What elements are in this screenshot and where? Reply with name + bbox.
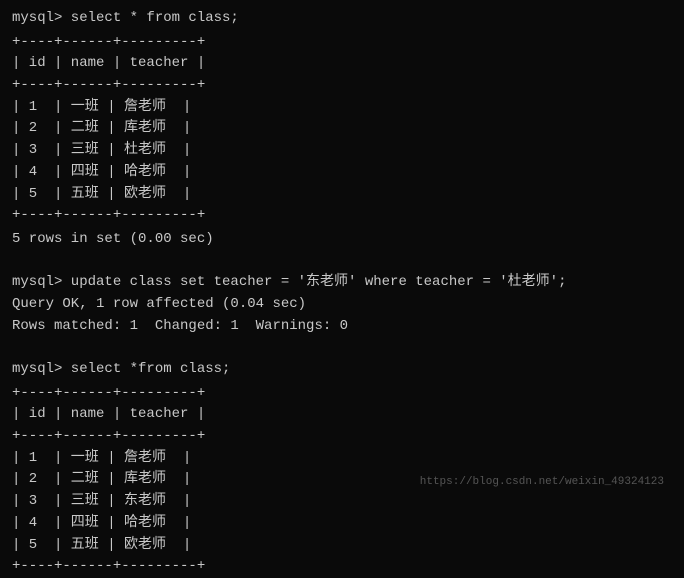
terminal-window: mysql> select * from class; +----+------… bbox=[12, 8, 672, 492]
table1-header: | id | name | teacher | bbox=[12, 53, 672, 75]
prompt-3: mysql> select *from class; bbox=[12, 359, 672, 381]
table2-border-top: +----+------+---------+ bbox=[12, 383, 672, 405]
update-result-2: Rows matched: 1 Changed: 1 Warnings: 0 bbox=[12, 316, 672, 338]
prompt-1: mysql> select * from class; bbox=[12, 8, 672, 30]
table2-row-5: | 5 | 五班 | 欧老师 | bbox=[12, 535, 672, 557]
table2-row-1: | 1 | 一班 | 詹老师 | bbox=[12, 448, 672, 470]
watermark: https://blog.csdn.net/weixin_49324123 bbox=[420, 476, 664, 488]
table1-row-4: | 4 | 四班 | 哈老师 | bbox=[12, 162, 672, 184]
table1-row-1: | 1 | 一班 | 詹老师 | bbox=[12, 97, 672, 119]
blank-1 bbox=[12, 251, 672, 273]
update-result-1: Query OK, 1 row affected (0.04 sec) bbox=[12, 294, 672, 316]
table2-border-mid: +----+------+---------+ bbox=[12, 426, 672, 448]
table1-row-2: | 2 | 二班 | 库老师 | bbox=[12, 118, 672, 140]
table1-border-mid: +----+------+---------+ bbox=[12, 75, 672, 97]
table2-row-3: | 3 | 三班 | 东老师 | bbox=[12, 491, 672, 513]
prompt-2: mysql> update class set teacher = '东老师' … bbox=[12, 272, 672, 294]
blank-2 bbox=[12, 337, 672, 359]
table1-row-3: | 3 | 三班 | 杜老师 | bbox=[12, 140, 672, 162]
table2-row-4: | 4 | 四班 | 哈老师 | bbox=[12, 513, 672, 535]
table1-border-top: +----+------+---------+ bbox=[12, 32, 672, 54]
table1-row-5: | 5 | 五班 | 欧老师 | bbox=[12, 184, 672, 206]
table-1: +----+------+---------+ | id | name | te… bbox=[12, 32, 672, 227]
table2-header: | id | name | teacher | bbox=[12, 404, 672, 426]
table2-border-bottom: +----+------+---------+ bbox=[12, 556, 672, 578]
result-1: 5 rows in set (0.00 sec) bbox=[12, 229, 672, 251]
table1-border-bottom: +----+------+---------+ bbox=[12, 205, 672, 227]
